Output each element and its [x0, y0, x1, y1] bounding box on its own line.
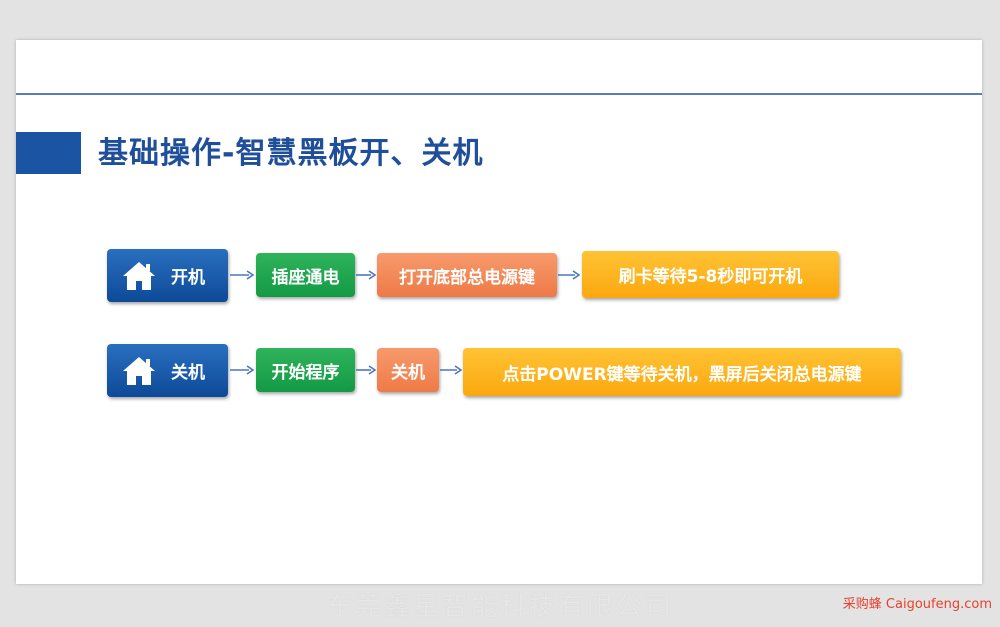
step-press-power: 点击POWER键等待关机，黑屏后关闭总电源键	[463, 348, 901, 396]
step-label: 关机	[391, 362, 425, 383]
power-off-label: 关机	[171, 363, 205, 383]
page-title: 基础操作-智慧黑板开、关机	[98, 136, 484, 171]
arrow-right-icon	[230, 365, 254, 375]
step-plug-in: 插座通电	[256, 253, 355, 297]
slide: 基础操作-智慧黑板开、关机	[16, 40, 982, 584]
arrow-right-icon	[558, 270, 580, 280]
site-watermark[interactable]: 采购蜂 Caigoufeng.com	[843, 593, 992, 612]
step-label: 刷卡等待5-8秒即可开机	[618, 267, 803, 287]
step-open-main-power: 打开底部总电源键	[377, 253, 557, 297]
arrow-right-icon	[356, 365, 376, 375]
header-rule	[16, 93, 982, 95]
step-shutdown: 关机	[377, 348, 439, 392]
step-label: 打开底部总电源键	[399, 267, 535, 288]
step-swipe-card: 刷卡等待5-8秒即可开机	[582, 251, 839, 298]
step-label: 点击POWER键等待关机，黑屏后关闭总电源键	[502, 364, 862, 385]
home-icon	[123, 356, 155, 385]
step-label: 插座通电	[271, 267, 340, 288]
power-on-label: 开机	[171, 268, 205, 288]
arrow-right-icon	[356, 270, 376, 280]
step-start-program: 开始程序	[256, 348, 355, 392]
arrow-right-icon	[230, 270, 254, 280]
title-accent-bar	[16, 132, 81, 174]
power-off-start-box: 关机	[107, 344, 228, 397]
step-label: 开始程序	[271, 362, 340, 383]
home-icon	[123, 261, 155, 290]
arrow-right-icon	[440, 365, 462, 375]
power-on-start-box: 开机	[107, 249, 228, 302]
